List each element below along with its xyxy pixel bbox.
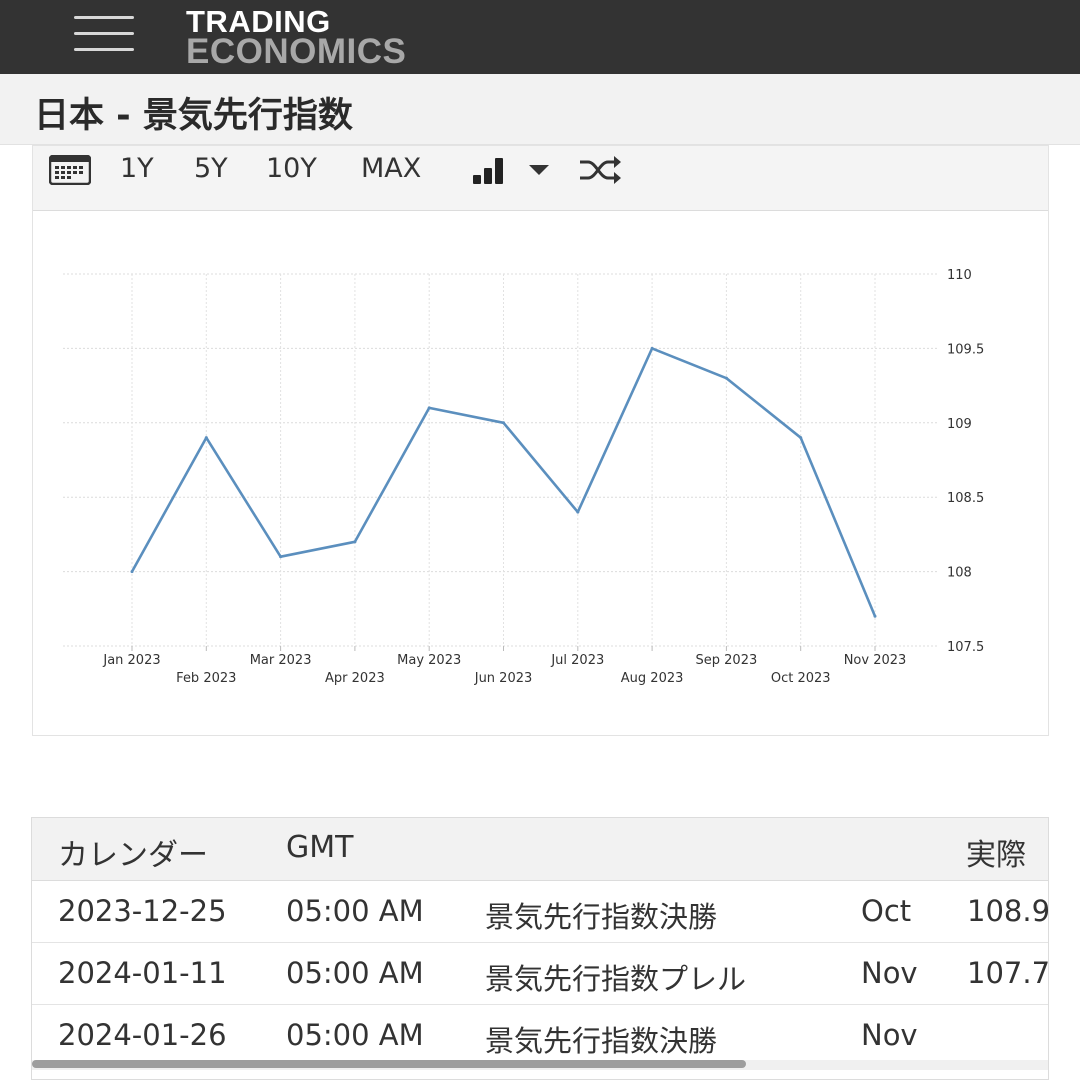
page-title-bar: 日本 - 景気先行指数 (0, 74, 1080, 145)
line-chart: 107.5 108 108.5 109 109.5 110 Jan 2023 Feb 2023… (63, 268, 984, 686)
header-gmt: GMT (286, 830, 354, 865)
table-row[interactable]: 2024-01-11 05:00 AM 景気先行指数プレル Nov 107.7 (32, 943, 1049, 1005)
y-tick-label: 107.5 (947, 640, 984, 655)
y-tick-label: 109 (947, 417, 972, 432)
data-point (873, 614, 877, 618)
page-title: 日本 - 景気先行指数 (34, 96, 353, 136)
data-point (502, 421, 505, 425)
header-actual: 実際 (966, 838, 1026, 873)
row-event[interactable]: 景気先行指数プレル (485, 956, 746, 998)
row-date: 2023-12-25 (58, 894, 227, 928)
row-event[interactable]: 景気先行指数決勝 (485, 894, 717, 936)
x-tick-label: Aug 2023 (621, 671, 684, 686)
data-point (799, 436, 803, 440)
row-reference: Nov (861, 956, 918, 990)
x-tick-label: May 2023 (397, 653, 461, 668)
scrollbar-thumb[interactable] (32, 1060, 746, 1068)
row-actual: 108.9 (967, 894, 1049, 928)
x-tick-label: Jun 2023 (474, 671, 533, 686)
table-row[interactable]: 2023-12-25 05:00 AM 景気先行指数決勝 Oct 108.9 (32, 881, 1049, 943)
y-tick-label: 108.5 (947, 491, 984, 506)
row-event[interactable]: 景気先行指数決勝 (485, 1018, 717, 1060)
row-reference: Nov (861, 1018, 918, 1052)
x-tick-label: Jul 2023 (550, 653, 604, 668)
row-reference: Oct (861, 894, 912, 928)
y-tick-label: 108 (947, 566, 972, 581)
logo-line-2: ECONOMICS (186, 31, 407, 71)
row-time: 05:00 AM (286, 1018, 424, 1052)
site-logo[interactable]: TRADING ECONOMICS (186, 6, 407, 71)
x-tick-label: Mar 2023 (250, 653, 312, 668)
chart-panel: 1Y 5Y 10Y MAX 107.5 108 108.5 109 109.5 110 Ja… (32, 145, 1049, 736)
y-tick-label: 110 (947, 268, 972, 283)
table-header-row: カレンダー GMT 実際 (32, 818, 1048, 881)
top-navigation-bar: TRADING ECONOMICS (0, 0, 1080, 74)
x-tick-label: Nov 2023 (844, 653, 907, 668)
row-date: 2024-01-11 (58, 956, 227, 990)
y-tick-label: 109.5 (947, 342, 984, 357)
row-date: 2024-01-26 (58, 1018, 227, 1052)
x-tick-label: Apr 2023 (325, 671, 385, 686)
header-calendar: カレンダー (58, 838, 208, 873)
data-point (130, 570, 134, 574)
data-point (279, 555, 283, 559)
data-point (724, 376, 728, 380)
data-point (204, 436, 208, 440)
x-tick-label: Sep 2023 (696, 653, 758, 668)
calendar-table: カレンダー GMT 実際 2023-12-25 05:00 AM 景気先行指数決… (31, 817, 1049, 1080)
row-time: 05:00 AM (286, 894, 424, 928)
table-row[interactable]: 2024-01-26 05:00 AM 景気先行指数決勝 Nov (32, 1005, 1048, 1067)
data-point (427, 406, 431, 410)
hamburger-menu-icon[interactable] (74, 16, 136, 52)
row-actual: 107.7 (967, 956, 1049, 990)
data-point (576, 510, 580, 514)
data-point (353, 540, 357, 544)
data-point (650, 346, 654, 350)
row-time: 05:00 AM (286, 956, 424, 990)
x-tick-label: Oct 2023 (771, 671, 831, 686)
horizontal-scrollbar[interactable] (32, 1060, 1048, 1070)
x-tick-label: Jan 2023 (102, 653, 160, 668)
x-tick-label: Feb 2023 (176, 671, 236, 686)
